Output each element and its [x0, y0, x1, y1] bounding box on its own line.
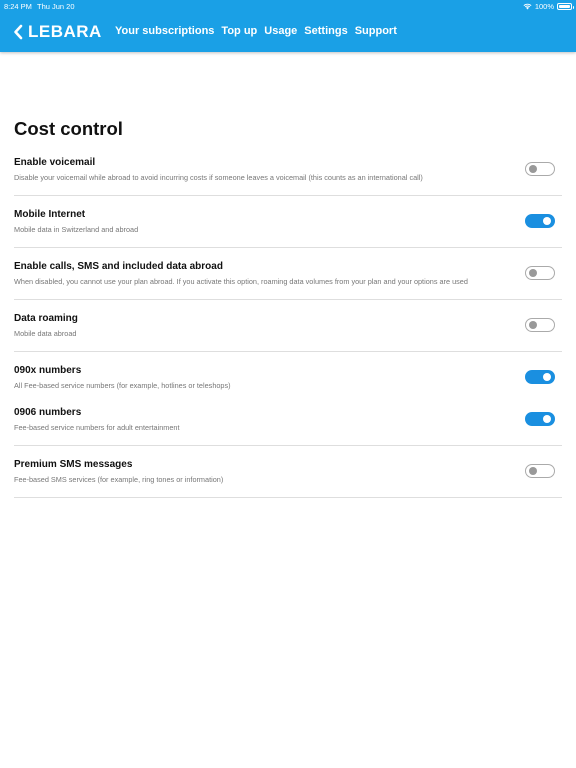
toggle-mobile-internet[interactable]	[525, 214, 555, 228]
setting-calls-sms-data-abroad: Enable calls, SMS and included data abro…	[14, 248, 562, 300]
app-header: 8:24 PM Thu Jun 20 100% LEBARA Your subs…	[0, 0, 576, 52]
setting-description: Mobile data abroad	[14, 329, 77, 338]
lebara-logo[interactable]: LEBARA	[28, 22, 102, 42]
toggle-calls-sms-data-abroad[interactable]	[525, 266, 555, 280]
settings-list: Enable voicemail Disable your voicemail …	[14, 144, 562, 498]
nav-your-subscriptions[interactable]: Your subscriptions	[115, 25, 214, 37]
setting-title: 090x numbers	[14, 365, 82, 376]
nav-support[interactable]: Support	[355, 25, 397, 37]
nav-links: Your subscriptions Top up Usage Settings…	[115, 25, 397, 37]
setting-description: Fee-based service numbers for adult ente…	[14, 423, 180, 432]
setting-premium-sms: Premium SMS messages Fee-based SMS servi…	[14, 446, 562, 498]
battery-icon	[557, 3, 574, 10]
setting-090x-numbers: 090x numbers All Fee-based service numbe…	[14, 352, 562, 394]
status-right: 100%	[523, 2, 574, 11]
setting-description: When disabled, you cannot use your plan …	[14, 277, 468, 286]
nav-top-up[interactable]: Top up	[221, 25, 257, 37]
battery-percent: 100%	[534, 2, 554, 11]
status-date: Thu Jun 20	[37, 2, 75, 11]
setting-description: Fee-based SMS services (for example, rin…	[14, 475, 224, 484]
toggle-090x-numbers[interactable]	[525, 370, 555, 384]
setting-title: Enable voicemail	[14, 157, 96, 168]
back-chevron-icon[interactable]	[12, 23, 26, 41]
wifi-icon	[523, 3, 532, 10]
nav-usage[interactable]: Usage	[264, 25, 297, 37]
top-nav: LEBARA Your subscriptions Top up Usage S…	[0, 22, 576, 42]
setting-mobile-internet: Mobile Internet Mobile data in Switzerla…	[14, 196, 562, 248]
toggle-enable-voicemail[interactable]	[525, 162, 555, 176]
status-time: 8:24 PM	[4, 2, 32, 11]
setting-title: Premium SMS messages	[14, 459, 133, 470]
toggle-0906-numbers[interactable]	[525, 412, 555, 426]
setting-enable-voicemail: Enable voicemail Disable your voicemail …	[14, 144, 562, 196]
setting-title: Data roaming	[14, 313, 78, 324]
setting-data-roaming: Data roaming Mobile data abroad	[14, 300, 562, 352]
setting-description: All Fee-based service numbers (for examp…	[14, 381, 231, 390]
setting-title: 0906 numbers	[14, 407, 82, 418]
toggle-data-roaming[interactable]	[525, 318, 555, 332]
setting-title: Mobile Internet	[14, 209, 86, 220]
page-title: Cost control	[14, 118, 123, 139]
status-bar: 8:24 PM Thu Jun 20 100%	[0, 0, 576, 12]
setting-0906-numbers: 0906 numbers Fee-based service numbers f…	[14, 394, 562, 446]
setting-description: Mobile data in Switzerland and abroad	[14, 225, 139, 234]
toggle-premium-sms[interactable]	[525, 464, 555, 478]
setting-description: Disable your voicemail while abroad to a…	[14, 173, 423, 182]
setting-title: Enable calls, SMS and included data abro…	[14, 261, 223, 272]
nav-settings[interactable]: Settings	[304, 25, 347, 37]
